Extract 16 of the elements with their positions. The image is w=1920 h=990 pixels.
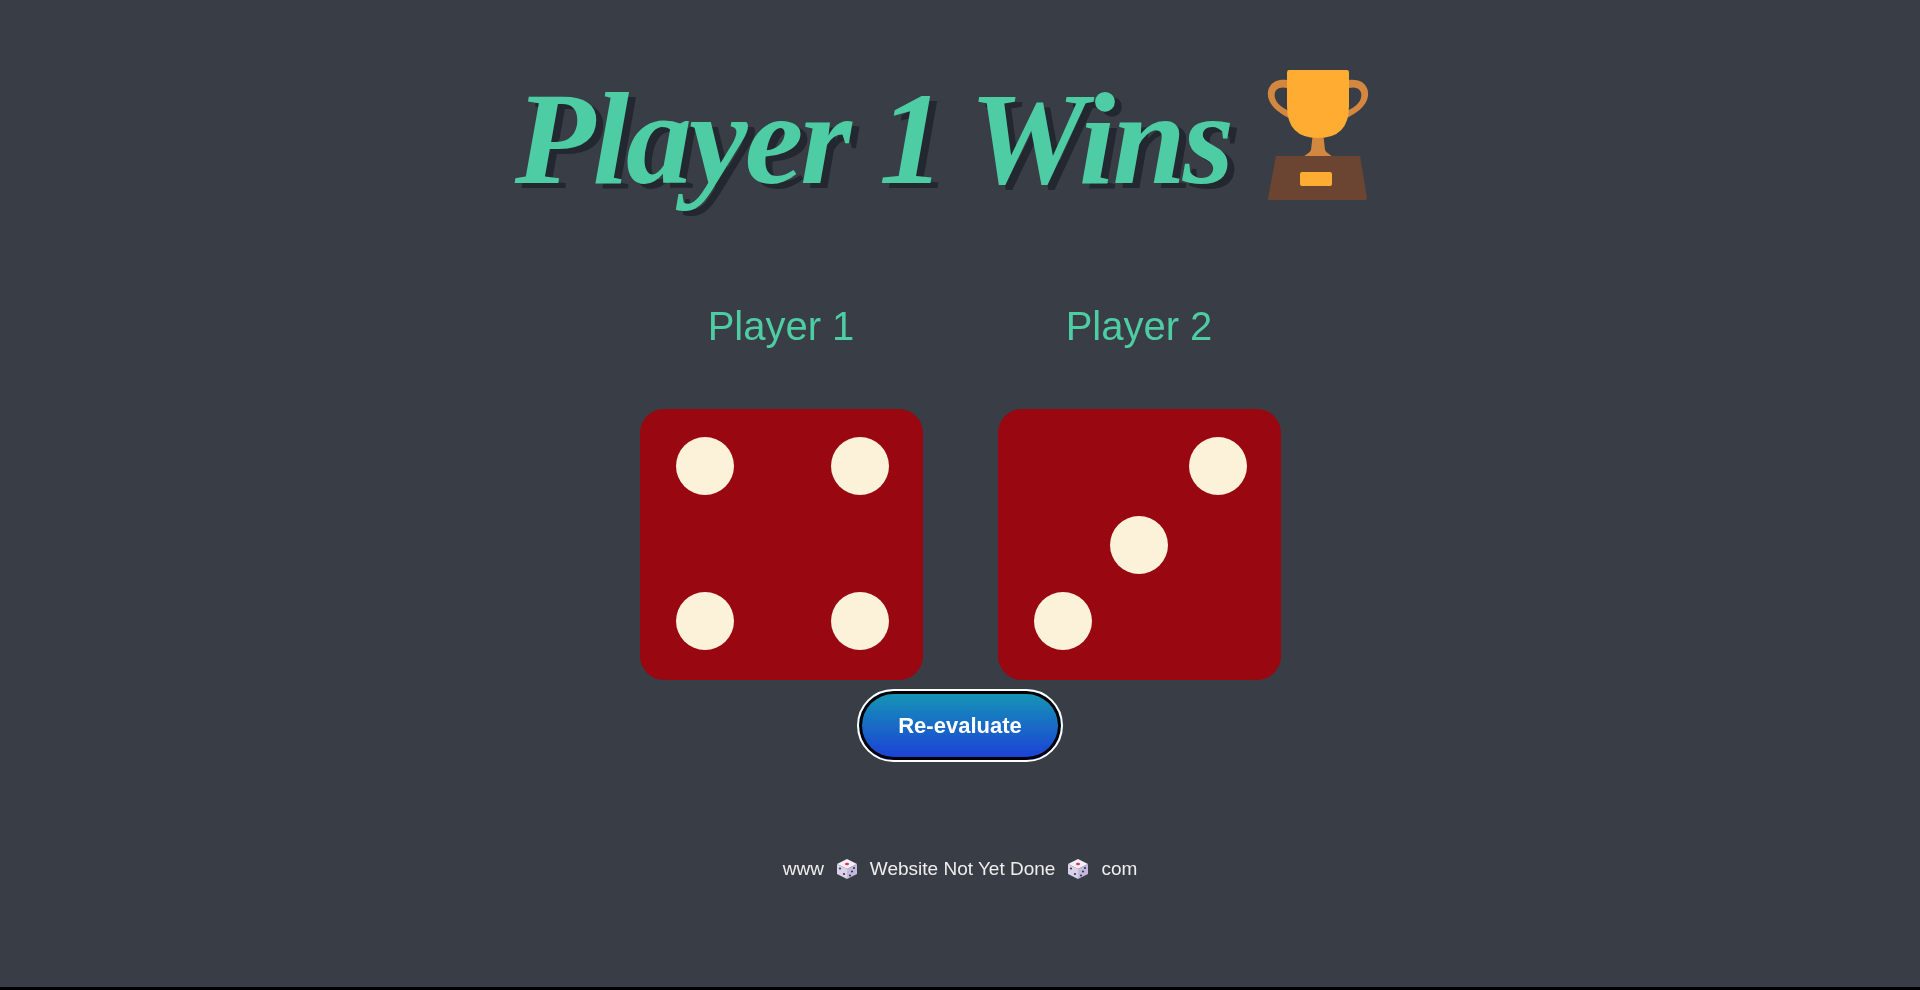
player-name: Player 2 [1065,303,1213,351]
re-evaluate-button[interactable]: Re-evaluate [857,689,1063,763]
winner-title: Player 1 Wins [513,64,1233,214]
die-pip [1188,437,1247,496]
footer-text: com [1101,857,1138,881]
die-pip [675,592,734,651]
die-pip [830,437,889,496]
die-pip [1033,592,1092,651]
footer-text: Website Not Yet Done [869,857,1056,881]
die-pip [1109,516,1168,575]
footer-text: www [782,857,824,881]
die-pip [830,592,889,651]
die-pip [675,437,734,496]
die-icon [1067,857,1090,880]
player-name: Player 1 [707,303,855,351]
die-icon [835,857,858,880]
